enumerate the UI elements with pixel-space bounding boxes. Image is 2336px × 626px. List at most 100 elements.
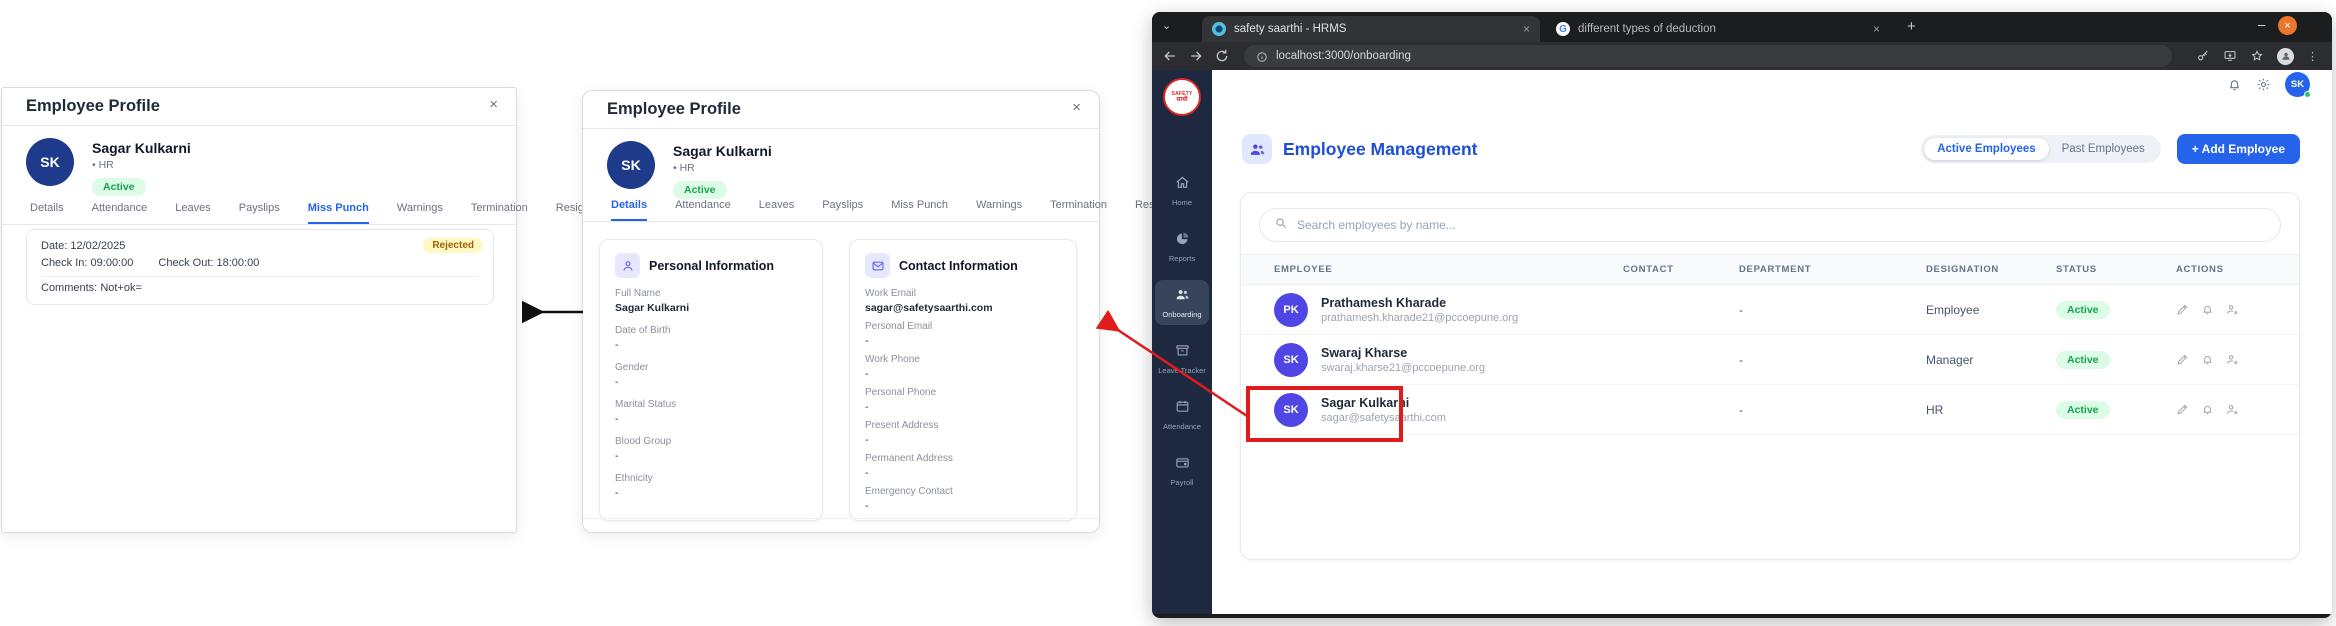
add-employee-button[interactable]: + Add Employee: [2176, 134, 2300, 164]
close-icon[interactable]: ×: [1873, 22, 1880, 36]
forward-icon[interactable]: [1188, 48, 1204, 64]
record-times-line: Check In: 09:00:00 Check Out: 18:00:00: [41, 257, 260, 269]
table-row-highlighted[interactable]: SK Sagar Kulkarni sagar@safetysaarthi.com -…: [1241, 385, 2299, 435]
passwords-key-icon[interactable]: [2196, 49, 2210, 63]
close-icon[interactable]: ×: [489, 97, 498, 112]
employee-cell: PK Prathamesh Kharade prathamesh.kharade21…: [1274, 292, 1623, 327]
tab-details[interactable]: Details: [611, 193, 648, 221]
tab-attendance[interactable]: Attendance: [675, 193, 731, 221]
search-input[interactable]: [1297, 218, 2266, 232]
tab-miss-punch[interactable]: Miss Punch: [307, 196, 369, 224]
profile-field: Date of Birth -: [615, 325, 807, 351]
profile-field: Emergency Contact -: [865, 486, 1061, 512]
app-logo[interactable]: SAFETY साथी: [1163, 78, 1201, 116]
tab-payslips[interactable]: Payslips: [822, 193, 863, 221]
search-box[interactable]: [1259, 208, 2281, 242]
field-value: sagar@safetysaarthi.com: [865, 302, 993, 314]
past-employees-filter[interactable]: Past Employees: [2049, 138, 2158, 160]
tab-details[interactable]: Details: [30, 196, 64, 224]
sidebar-item-attendance[interactable]: Attendance: [1155, 392, 1209, 437]
minimize-button[interactable]: –: [2258, 17, 2265, 32]
actions-cell: [2176, 353, 2279, 366]
tab-miss-punch[interactable]: Miss Punch: [891, 193, 948, 221]
card-title: Contact Information: [899, 258, 1018, 273]
site-info-icon[interactable]: [1256, 50, 1268, 62]
back-icon[interactable]: [1162, 48, 1178, 64]
employee-cell: SK Swaraj Kharse swaraj.kharse21@pccoepune…: [1274, 342, 1623, 377]
google-favicon: G: [1556, 22, 1570, 36]
sidebar-item-reports[interactable]: Reports: [1155, 224, 1209, 269]
employee-role: • HR: [92, 159, 114, 171]
reload-icon[interactable]: [1214, 48, 1230, 64]
profile-field: Ethnicity -: [615, 473, 807, 499]
sidebar-item-home[interactable]: Home: [1155, 168, 1209, 213]
tab-leaves[interactable]: Leaves: [175, 196, 210, 224]
profile-field: Personal Phone -: [865, 387, 1061, 413]
tab-search-chevron-icon[interactable]: ⌄: [1162, 19, 1171, 32]
field-value: Sagar Kulkarni: [615, 302, 690, 314]
field-label: Marital Status: [615, 399, 677, 410]
user-avatar[interactable]: SK: [2285, 72, 2311, 98]
field-label: Personal Email: [865, 321, 933, 332]
install-app-icon[interactable]: [2223, 49, 2237, 63]
edit-icon[interactable]: [2176, 303, 2189, 316]
bell-icon[interactable]: [2227, 77, 2242, 92]
field-label: Emergency Contact: [865, 486, 953, 497]
warning-icon[interactable]: [2201, 353, 2214, 366]
field-value: -: [615, 487, 619, 499]
column-header-department: DEPARTMENT: [1739, 264, 1812, 275]
app-header: SK: [1212, 70, 2332, 98]
offboard-icon[interactable]: [2226, 303, 2239, 316]
window-close-button[interactable]: ×: [2278, 16, 2297, 35]
employee-summary: SK Sagar Kulkarni • HR Active: [607, 141, 772, 199]
status-badge: Active: [92, 178, 146, 196]
browser-tab-search[interactable]: G different types of deduction ×: [1546, 16, 1890, 42]
modal-header: Employee Profile ×: [583, 91, 1099, 129]
sidebar-item-payroll[interactable]: Payroll: [1155, 448, 1209, 493]
tab-payslips[interactable]: Payslips: [239, 196, 280, 224]
bookmark-star-icon[interactable]: [2250, 49, 2264, 63]
employee-name-email: Swaraj Kharse swaraj.kharse21@pccoepune.o…: [1321, 346, 1485, 374]
tab-leaves[interactable]: Leaves: [759, 193, 794, 221]
edit-icon[interactable]: [2176, 353, 2189, 366]
profile-field: Work Phone -: [865, 354, 1061, 380]
field-value: -: [865, 434, 869, 446]
profile-field: Marital Status -: [615, 399, 807, 425]
gear-icon[interactable]: [2256, 77, 2271, 92]
new-tab-button[interactable]: +: [1907, 18, 1916, 35]
browser-profile-icon[interactable]: [2277, 47, 2294, 65]
table-row[interactable]: PK Prathamesh Kharade prathamesh.kharade21…: [1241, 285, 2299, 335]
modal-footer-divider: [583, 518, 1099, 519]
employee-email: prathamesh.kharade21@pccoepune.org: [1321, 311, 1519, 324]
tab-warnings[interactable]: Warnings: [976, 193, 1022, 221]
screenshot-canvas: Employee Profile × SK Sagar Kulkarni • H…: [0, 0, 2336, 626]
tab-warnings[interactable]: Warnings: [397, 196, 443, 224]
column-header-designation: DESIGNATION: [1926, 264, 1999, 275]
column-header-status: STATUS: [2056, 264, 2097, 275]
sidebar-item-leave-tracker[interactable]: Leave Tracker: [1155, 336, 1209, 381]
tab-termination[interactable]: Termination: [1050, 193, 1107, 221]
close-icon[interactable]: ×: [1523, 22, 1530, 36]
field-label: Blood Group: [615, 436, 672, 447]
browser-menu-icon[interactable]: ⋮: [2307, 50, 2318, 63]
browser-tab-hrms[interactable]: safety saarthi - HRMS ×: [1202, 16, 1540, 42]
onboarding-icon: [1175, 287, 1190, 307]
profile-field: Work Email sagar@safetysaarthi.com: [865, 288, 1061, 314]
browser-titlebar: ⌄ safety saarthi - HRMS × G different ty…: [1152, 12, 2332, 42]
field-value: -: [615, 450, 619, 462]
table-row[interactable]: SK Swaraj Kharse swaraj.kharse21@pccoepune…: [1241, 335, 2299, 385]
warning-icon[interactable]: [2201, 303, 2214, 316]
sidebar-item-onboarding[interactable]: Onboarding: [1155, 280, 1209, 325]
tab-termination[interactable]: Termination: [471, 196, 528, 224]
field-value: -: [865, 401, 869, 413]
tab-attendance[interactable]: Attendance: [92, 196, 148, 224]
edit-icon[interactable]: [2176, 403, 2189, 416]
offboard-icon[interactable]: [2226, 353, 2239, 366]
offboard-icon[interactable]: [2226, 403, 2239, 416]
warning-icon[interactable]: [2201, 403, 2214, 416]
address-bar[interactable]: localhost:3000/onboarding: [1244, 45, 2172, 67]
profile-field: Blood Group -: [615, 436, 807, 462]
field-value: -: [865, 335, 869, 347]
close-icon[interactable]: ×: [1072, 100, 1081, 115]
active-employees-filter[interactable]: Active Employees: [1924, 138, 2049, 160]
